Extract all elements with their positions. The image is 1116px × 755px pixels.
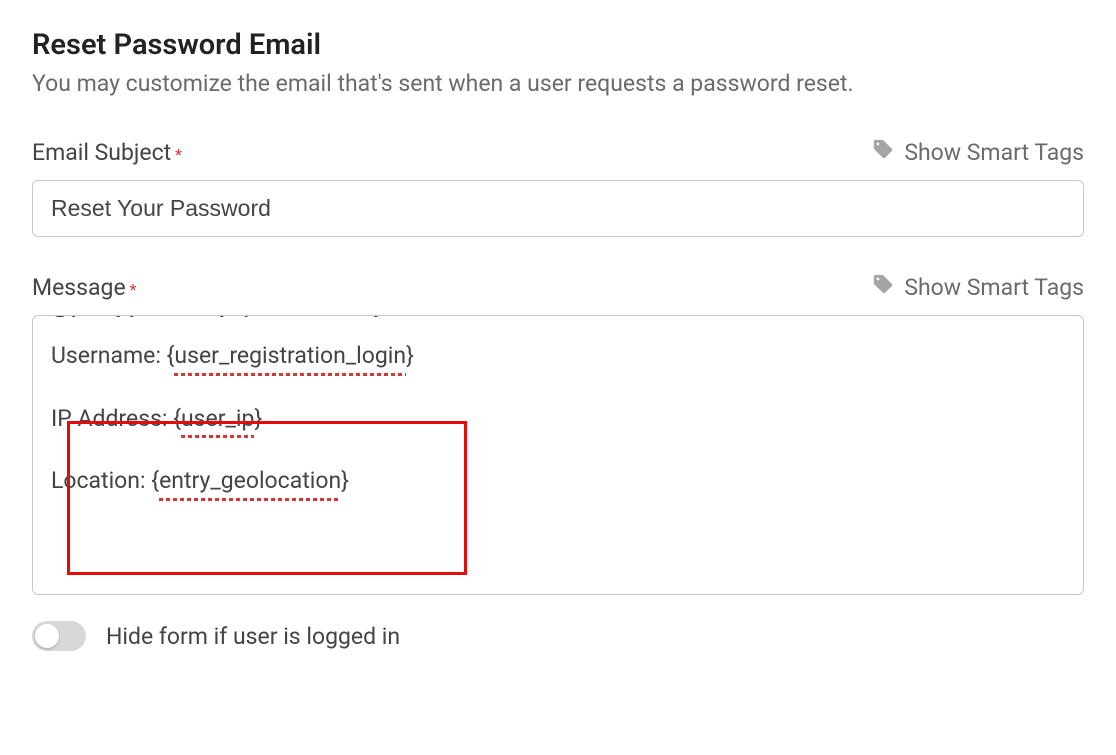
message-label: Message	[32, 274, 126, 301]
tag-icon	[872, 273, 894, 301]
message-field: Message* Show Smart Tags Site Name: {sit…	[32, 273, 1084, 595]
message-content: Site Name: {site_name} Username: {user_r…	[51, 315, 1065, 499]
message-line: IP Address: {user_ip}	[51, 402, 1065, 437]
field-header: Email Subject* Show Smart Tags	[32, 138, 1084, 166]
smart-tags-label: Show Smart Tags	[904, 274, 1084, 301]
partial-line: Site Name: {site_name}	[51, 315, 1065, 317]
section-description: You may customize the email that's sent …	[32, 68, 1084, 100]
tag-icon	[872, 138, 894, 166]
section-title: Reset Password Email	[32, 28, 1084, 62]
message-textarea[interactable]: Site Name: {site_name} Username: {user_r…	[32, 315, 1084, 595]
toggle-knob	[35, 624, 59, 648]
hide-form-toggle[interactable]	[32, 621, 86, 651]
email-subject-field: Email Subject* Show Smart Tags	[32, 138, 1084, 237]
required-asterisk: *	[175, 145, 182, 164]
show-smart-tags-message[interactable]: Show Smart Tags	[872, 273, 1084, 301]
message-label-wrap: Message*	[32, 274, 137, 301]
smart-tags-label: Show Smart Tags	[904, 139, 1084, 166]
email-subject-label-wrap: Email Subject*	[32, 139, 182, 166]
field-header: Message* Show Smart Tags	[32, 273, 1084, 301]
message-line: Location: {entry_geolocation}	[51, 464, 1065, 499]
hide-form-toggle-label: Hide form if user is logged in	[106, 623, 400, 650]
email-subject-input[interactable]	[32, 180, 1084, 237]
hide-form-toggle-row: Hide form if user is logged in	[32, 621, 1084, 651]
message-line: Username: {user_registration_login}	[51, 339, 1065, 374]
required-asterisk: *	[130, 280, 137, 299]
email-subject-label: Email Subject	[32, 139, 171, 166]
show-smart-tags-subject[interactable]: Show Smart Tags	[872, 138, 1084, 166]
